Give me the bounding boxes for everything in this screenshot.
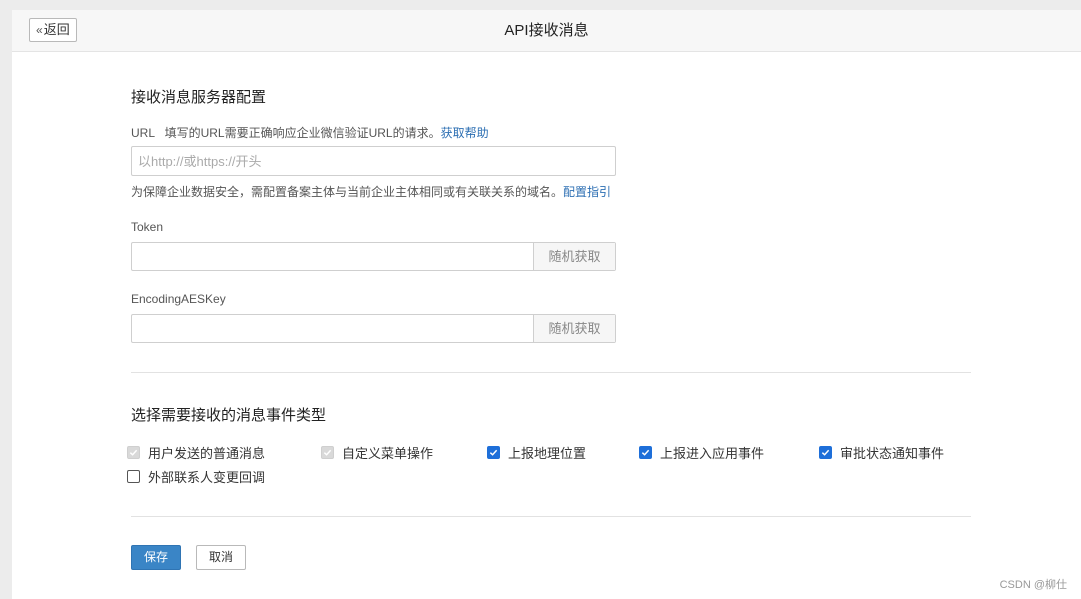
aes-key-input-group: 随机获取 [131, 314, 616, 343]
watermark: CSDN @柳仕 [999, 579, 1067, 591]
checkbox-label: 自定义菜单操作 [342, 446, 434, 461]
token-random-button[interactable]: 随机获取 [533, 243, 615, 270]
checkbox-label: 上报进入应用事件 [660, 446, 765, 461]
checkbox-box [819, 446, 832, 459]
aes-key-random-button[interactable]: 随机获取 [533, 315, 615, 342]
checkbox-external-contact[interactable]: 外部联系人变更回调 [127, 467, 265, 486]
checkbox-label: 审批状态通知事件 [840, 446, 945, 461]
checkbox-box [127, 446, 140, 459]
config-guide-link[interactable]: 配置指引 [563, 185, 611, 199]
url-label: URL [131, 126, 155, 140]
token-input[interactable] [132, 243, 534, 270]
checkbox-normal-message[interactable]: 用户发送的普通消息 [127, 443, 265, 462]
url-hint: 填写的URL需要正确响应企业微信验证URL的请求。 [164, 126, 441, 140]
checkbox-label: 外部联系人变更回调 [148, 470, 266, 485]
top-bar: « 返回 API接收消息 [12, 10, 1081, 52]
aes-key-input[interactable] [132, 315, 534, 342]
help-link[interactable]: 获取帮助 [441, 126, 489, 140]
url-note: 为保障企业数据安全，需配置备案主体与当前企业主体相同或有关联关系的域名。 [131, 185, 564, 199]
checkbox-box [127, 470, 140, 483]
token-label: Token [131, 220, 164, 234]
checkbox-location[interactable]: 上报地理位置 [487, 443, 586, 462]
checkbox-box [487, 446, 500, 459]
event-types-title: 选择需要接收的消息事件类型 [131, 407, 327, 424]
page-title: API接收消息 [504, 22, 589, 39]
checkbox-approval-status[interactable]: 审批状态通知事件 [819, 443, 944, 462]
url-label-row: URL 填写的URL需要正确响应企业微信验证URL的请求。获取帮助 [131, 124, 489, 141]
aes-key-label: EncodingAESKey [131, 292, 226, 306]
token-input-group: 随机获取 [131, 242, 616, 271]
checkbox-box [321, 446, 334, 459]
divider [131, 516, 971, 517]
checkbox-label: 用户发送的普通消息 [148, 446, 266, 461]
checkbox-enter-app[interactable]: 上报进入应用事件 [639, 443, 764, 462]
checkbox-label: 上报地理位置 [508, 446, 587, 461]
save-button[interactable]: 保存 [131, 545, 181, 570]
cancel-button[interactable]: 取消 [196, 545, 246, 570]
checkbox-custom-menu[interactable]: 自定义菜单操作 [321, 443, 433, 462]
checkbox-box [639, 446, 652, 459]
url-input[interactable] [131, 146, 616, 176]
url-note-row: 为保障企业数据安全，需配置备案主体与当前企业主体相同或有关联关系的域名。配置指引 [131, 183, 611, 200]
divider [131, 372, 971, 373]
server-config-title: 接收消息服务器配置 [131, 89, 267, 106]
